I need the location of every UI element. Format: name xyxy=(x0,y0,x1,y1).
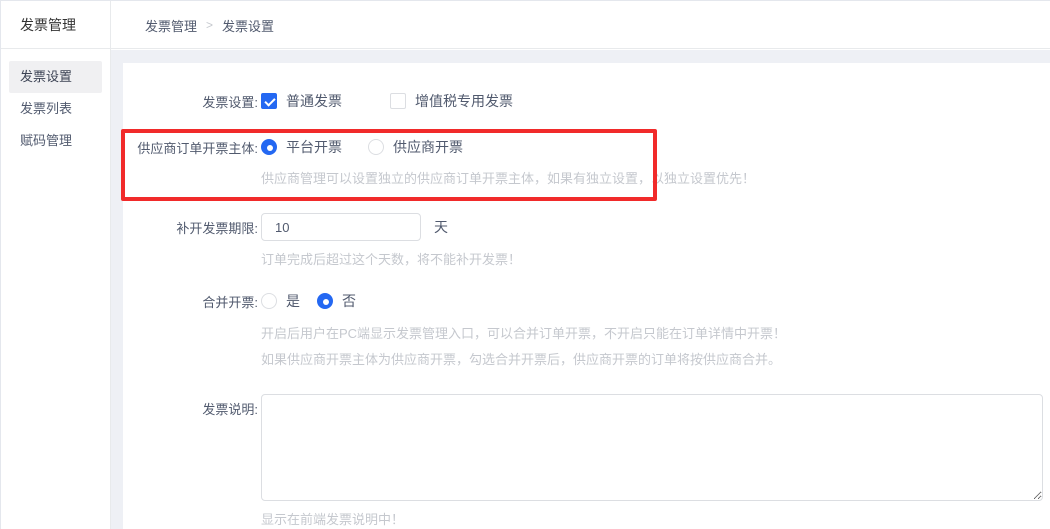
invoice-type-row: 发票设置: 普通发票 增值税专用发票 xyxy=(123,91,513,111)
breadcrumb-invoice-settings: 发票设置 xyxy=(222,16,274,35)
sidebar-item-code-management[interactable]: 赋码管理 xyxy=(9,125,102,157)
supplier-invoicing-label[interactable]: 供应商开票 xyxy=(393,137,463,157)
vat-invoice-checkbox[interactable] xyxy=(390,93,406,109)
invoice-note-textarea[interactable] xyxy=(261,394,1043,501)
reissue-deadline-label: 补开发票期限: xyxy=(123,218,258,237)
merge-yes-radio[interactable] xyxy=(261,293,277,309)
supplier-subject-row: 供应商订单开票主体: 平台开票 供应商开票 xyxy=(123,138,463,156)
normal-invoice-label[interactable]: 普通发票 xyxy=(286,91,342,111)
breadcrumb: 发票管理 > 发票设置 xyxy=(145,1,274,49)
invoice-admin-app: 发票管理 发票管理 > 发票设置 发票设置 发票列表 赋码管理 发票设置: 普通… xyxy=(0,0,1050,529)
top-header: 发票管理 发票管理 > 发票设置 xyxy=(1,1,1050,49)
breadcrumb-invoice-management[interactable]: 发票管理 xyxy=(145,16,197,35)
platform-invoicing-label[interactable]: 平台开票 xyxy=(286,137,342,157)
normal-invoice-checkbox[interactable] xyxy=(261,93,277,109)
invoice-note-help: 显示在前端发票说明中！ xyxy=(261,509,404,528)
merge-no-radio[interactable] xyxy=(317,293,333,309)
merge-invoice-help-1: 开启后用户在PC端显示发票管理入口，可以合并订单开票，不开启只能在订单详情中开票… xyxy=(261,323,786,342)
days-unit-label: 天 xyxy=(434,217,448,237)
vat-invoice-label[interactable]: 增值税专用发票 xyxy=(415,91,513,111)
invoice-note-row: 发票说明: xyxy=(123,394,1043,501)
merge-invoice-help-2: 如果供应商开票主体为供应商开票，勾选合并开票后，供应商开票的订单将按供应商合并。 xyxy=(261,349,781,368)
breadcrumb-separator-icon: > xyxy=(206,18,213,32)
reissue-deadline-row: 补开发票期限: 天 xyxy=(123,213,448,241)
settings-card: 发票设置: 普通发票 增值税专用发票 供应商订单开票主体: 平台开票 供应商开票… xyxy=(123,63,1050,529)
merge-no-label[interactable]: 否 xyxy=(342,291,356,311)
sidebar-divider xyxy=(110,1,111,529)
invoice-type-label: 发票设置: xyxy=(123,92,258,111)
merge-invoice-label: 合并开票: xyxy=(123,292,258,311)
invoice-note-label: 发票说明: xyxy=(123,394,258,418)
platform-invoicing-radio[interactable] xyxy=(261,139,277,155)
supplier-subject-label: 供应商订单开票主体: xyxy=(123,138,258,157)
sidebar: 发票设置 发票列表 赋码管理 xyxy=(1,50,110,529)
reissue-deadline-input[interactable] xyxy=(261,213,421,241)
sidebar-item-invoice-settings[interactable]: 发票设置 xyxy=(9,61,102,93)
supplier-invoicing-radio[interactable] xyxy=(368,139,384,155)
merge-invoice-row: 合并开票: 是 否 xyxy=(123,292,356,310)
module-title: 发票管理 xyxy=(20,1,76,49)
reissue-deadline-help: 订单完成后超过这个天数，将不能补开发票！ xyxy=(261,249,521,268)
sidebar-item-invoice-list[interactable]: 发票列表 xyxy=(9,93,102,125)
merge-yes-label[interactable]: 是 xyxy=(286,291,300,311)
supplier-subject-help: 供应商管理可以设置独立的供应商订单开票主体，如果有独立设置，以独立设置优先！ xyxy=(261,168,755,187)
